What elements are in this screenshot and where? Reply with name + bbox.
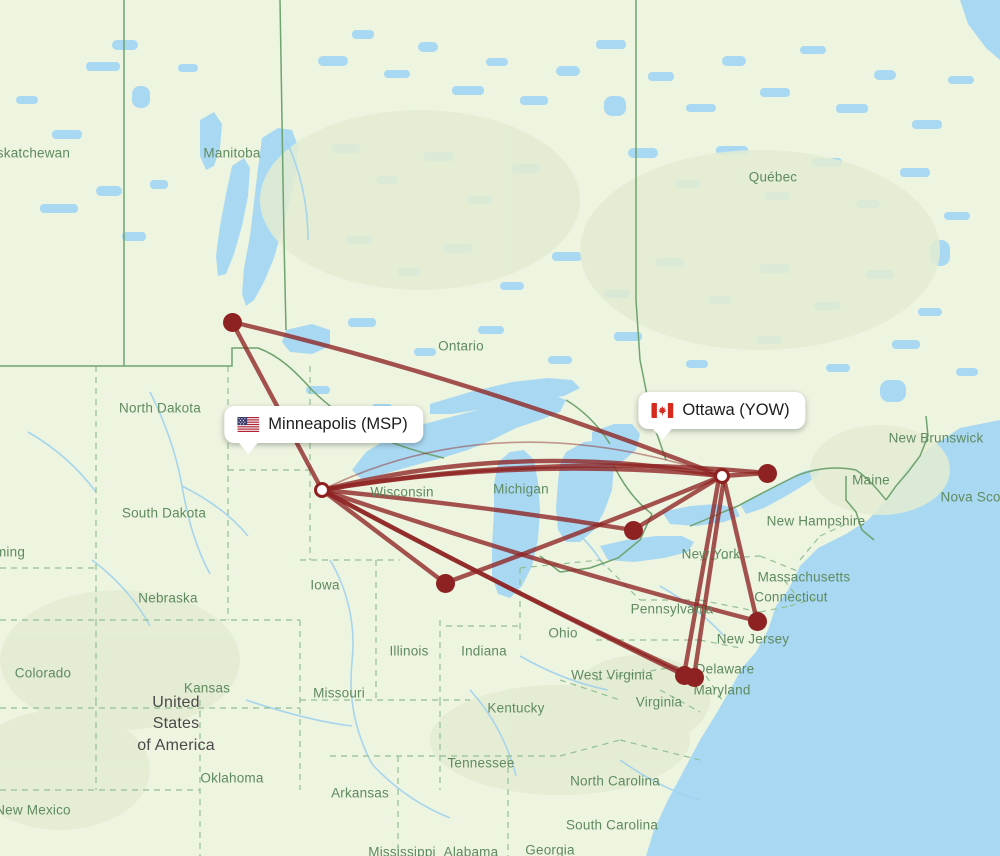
montreal-stop[interactable] bbox=[757, 463, 777, 483]
us-flag-icon bbox=[237, 417, 260, 432]
airport-marker-msp[interactable] bbox=[314, 482, 330, 498]
winnipeg-stop[interactable] bbox=[222, 312, 242, 332]
ca-flag-icon bbox=[651, 403, 674, 418]
airport-tooltip-label-yow: Ottawa (YOW) bbox=[682, 401, 790, 419]
airport-tooltip-label-msp: Minneapolis (MSP) bbox=[268, 415, 408, 433]
flight-route-map[interactable]: SaskatchewanManitobaQuébecOntarioNorth D… bbox=[0, 0, 1000, 856]
chicago-stop[interactable] bbox=[435, 573, 455, 593]
map-canvas bbox=[0, 0, 1000, 856]
newyork-stop[interactable] bbox=[747, 611, 767, 631]
toronto-stop[interactable] bbox=[623, 520, 643, 540]
baltimore-stop[interactable] bbox=[684, 667, 704, 687]
airport-tooltip-msp[interactable]: Minneapolis (MSP) bbox=[224, 406, 424, 454]
airport-marker-yow[interactable] bbox=[714, 468, 730, 484]
tooltip-tail bbox=[237, 441, 260, 454]
airport-tooltip-yow[interactable]: Ottawa (YOW) bbox=[638, 392, 806, 440]
tooltip-tail bbox=[651, 427, 674, 440]
